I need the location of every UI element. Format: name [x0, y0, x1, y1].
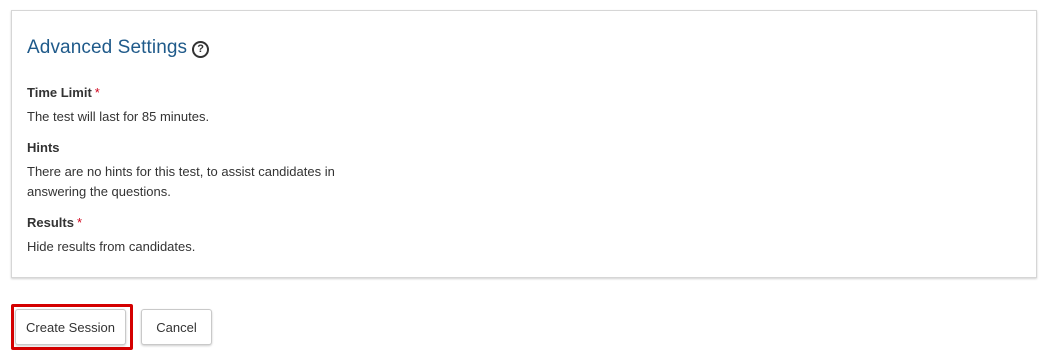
results-label: Results * [27, 215, 82, 230]
hints-label: Hints [27, 140, 60, 155]
hints-value: There are no hints for this test, to ass… [27, 164, 335, 199]
results-value: Hide results from candidates. [27, 239, 196, 254]
help-circle-icon[interactable]: ? [192, 41, 210, 58]
results-label-text: Results [27, 215, 74, 230]
hints-label-text: Hints [27, 140, 60, 155]
advanced-settings-title: Advanced Settings [27, 37, 188, 58]
time-limit-label: Time Limit * [27, 85, 100, 100]
required-marker: * [94, 85, 100, 100]
time-limit-label-text: Time Limit [27, 85, 92, 100]
advanced-settings-panel: Advanced Settings ? Time Limit * The test… [11, 10, 1037, 278]
required-marker: * [76, 215, 83, 230]
advanced-settings-header: Advanced Settings ? [27, 37, 210, 59]
cancel-button[interactable]: Cancel [141, 309, 212, 345]
create-session-button[interactable]: Create Session [15, 309, 126, 345]
time-limit-value: The test will last for 85 minutes. [27, 109, 210, 124]
